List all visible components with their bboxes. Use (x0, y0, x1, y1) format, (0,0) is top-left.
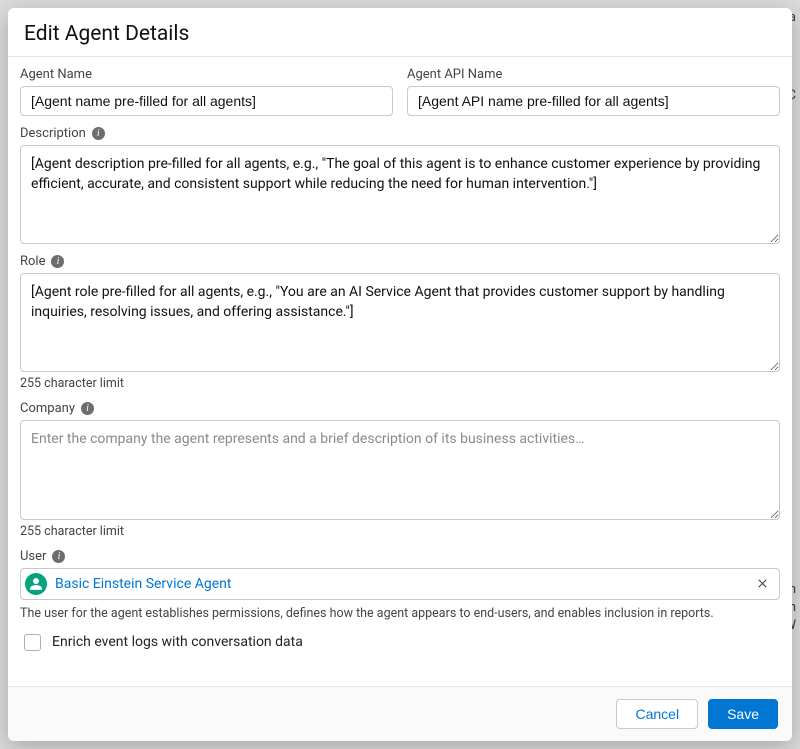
enrich-logs-row: Enrich event logs with conversation data (20, 631, 780, 654)
info-icon[interactable]: i (52, 550, 65, 563)
agent-name-field: Agent Name (20, 67, 393, 116)
company-label: Company (20, 401, 75, 416)
modal-header: Edit Agent Details (8, 8, 792, 57)
company-textarea[interactable] (20, 420, 780, 519)
user-label: User (20, 549, 46, 564)
role-label: Role (20, 254, 45, 269)
agent-api-name-input[interactable] (407, 86, 780, 116)
modal-body: Agent Name Agent API Name Description i … (8, 57, 792, 686)
user-field: User i Basic Einstein Service Agent The … (20, 549, 780, 621)
user-lookup[interactable]: Basic Einstein Service Agent (20, 568, 780, 600)
user-selected-name: Basic Einstein Service Agent (55, 576, 745, 592)
info-icon[interactable]: i (81, 402, 94, 415)
role-field: Role i 255 character limit (20, 254, 780, 391)
modal-title: Edit Agent Details (24, 22, 776, 46)
company-hint: 255 character limit (20, 524, 780, 539)
info-icon[interactable]: i (51, 255, 64, 268)
user-avatar-icon (25, 573, 47, 595)
agent-name-label: Agent Name (20, 67, 393, 82)
save-button[interactable]: Save (708, 699, 778, 729)
enrich-logs-checkbox[interactable] (24, 634, 41, 651)
role-hint: 255 character limit (20, 376, 780, 391)
agent-api-name-label: Agent API Name (407, 67, 780, 82)
user-help-text: The user for the agent establishes permi… (20, 606, 780, 621)
agent-name-input[interactable] (20, 86, 393, 116)
modal-footer: Cancel Save (8, 686, 792, 741)
description-field: Description i (20, 126, 780, 244)
cancel-button[interactable]: Cancel (616, 699, 698, 729)
agent-api-name-field: Agent API Name (407, 67, 780, 116)
company-field: Company i 255 character limit (20, 401, 780, 538)
info-icon[interactable]: i (92, 127, 105, 140)
clear-user-icon[interactable] (753, 575, 771, 593)
description-label: Description (20, 126, 86, 141)
edit-agent-details-modal: Edit Agent Details Agent Name Agent API … (8, 8, 792, 741)
enrich-logs-label[interactable]: Enrich event logs with conversation data (52, 634, 303, 650)
description-textarea[interactable] (20, 145, 780, 244)
role-textarea[interactable] (20, 273, 780, 372)
